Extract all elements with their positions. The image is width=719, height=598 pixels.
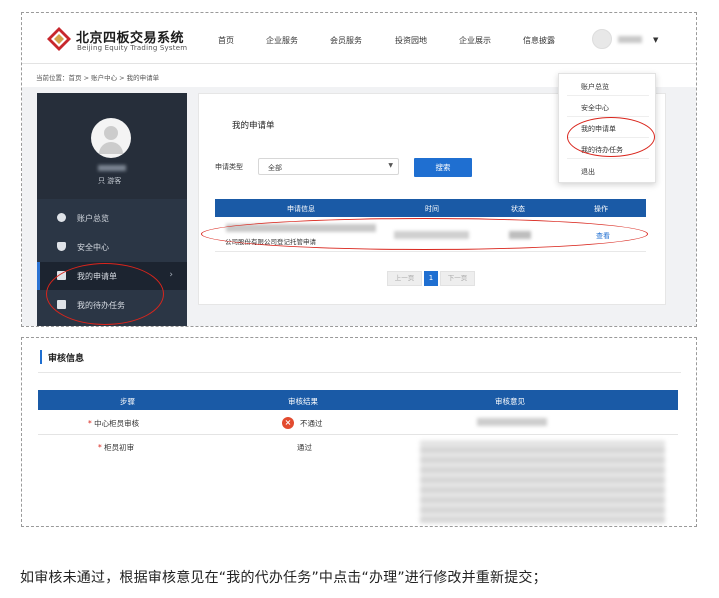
annotation-ellipse (567, 117, 655, 157)
menu-divider (567, 95, 649, 96)
column-header: 时间 (425, 205, 439, 213)
column-header: 操作 (594, 205, 608, 213)
audit-opinion-redacted (420, 441, 665, 523)
column-header: 审核结果 (288, 397, 318, 406)
page-title: 我的申请单 (232, 121, 275, 131)
chevron-down-icon: ▼ (388, 162, 393, 169)
menu-item-logout[interactable]: 退出 (581, 167, 595, 177)
nav-enterprise-service[interactable]: 企业服务 (266, 35, 298, 46)
nav-disclosure[interactable]: 信息披露 (523, 35, 555, 46)
nav-member-service[interactable]: 会员服务 (330, 35, 362, 46)
gear-icon (57, 213, 66, 222)
annotation-ellipse (201, 218, 648, 250)
instruction-caption: 如审核未通过，根据审核意见在“我的代办任务”中点击“办理”进行修改并重新提交； (20, 570, 547, 586)
section-divider (38, 372, 681, 373)
audit-table-header: 步骤 审核结果 审核意见 (38, 390, 678, 410)
audit-screenshot: 审核信息 步骤 审核结果 审核意见 * 中心柜员审核 × 不通过 * 柜员初审 … (21, 337, 697, 527)
column-header: 申请信息 (287, 205, 315, 213)
column-header: 步骤 (120, 397, 135, 406)
filter-label: 申请类型 (215, 163, 243, 171)
row-divider (38, 434, 678, 435)
chevron-down-icon[interactable]: ▼ (653, 36, 658, 44)
nav-enterprise-showcase[interactable]: 企业展示 (459, 35, 491, 46)
pager-next-button[interactable]: 下一页 (440, 271, 475, 286)
table-header: 申请信息 时间 状态 操作 (215, 199, 646, 217)
search-button[interactable]: 搜索 (414, 158, 472, 177)
menu-item-account-overview[interactable]: 账户总览 (581, 82, 609, 92)
audit-step: * 柜员初审 (98, 443, 135, 452)
annotation-ellipse (46, 263, 164, 325)
audit-step: * 中心柜员审核 (88, 419, 140, 428)
column-header: 状态 (511, 205, 525, 213)
row-divider (215, 251, 646, 252)
pager-current-page[interactable]: 1 (424, 271, 438, 286)
audit-result: 不通过 (300, 419, 323, 428)
section-title: 审核信息 (48, 354, 85, 364)
audit-result: 通过 (297, 443, 312, 452)
menu-divider (567, 158, 649, 159)
header-divider (22, 63, 696, 64)
shield-icon (57, 242, 66, 251)
sidebar-item-label: 安全中心 (77, 243, 109, 252)
user-avatar[interactable] (592, 29, 612, 49)
menu-item-security[interactable]: 安全中心 (581, 103, 609, 113)
nav-home[interactable]: 首页 (218, 35, 234, 46)
type-select[interactable]: 全部 ▼ (258, 158, 399, 175)
breadcrumb: 当前位置：首页 > 账户中心 > 我的申请单 (36, 74, 160, 82)
section-accent-bar (40, 350, 42, 364)
user-name-redacted (618, 36, 642, 43)
chevron-right-icon: › (169, 270, 173, 280)
sidebar-item-account-overview[interactable]: 账户总览 (37, 204, 187, 232)
nav-investment[interactable]: 投资园地 (395, 35, 427, 46)
profile-avatar (91, 118, 131, 158)
x-circle-icon: × (282, 417, 294, 429)
profile-name-redacted (98, 165, 126, 171)
brand-name-en: Beijing Equity Trading System (77, 44, 188, 52)
visitor-label: 只 游客 (98, 177, 122, 185)
logo-icon (47, 27, 71, 51)
portal-screenshot: 北京四板交易系统 Beijing Equity Trading System 首… (21, 12, 697, 327)
sidebar-item-label: 账户总览 (77, 214, 109, 223)
column-header: 审核意见 (495, 397, 525, 406)
audit-opinion-redacted (477, 418, 547, 426)
pager-prev-button[interactable]: 上一页 (387, 271, 422, 286)
select-value: 全部 (268, 164, 282, 172)
sidebar-item-security[interactable]: 安全中心 (37, 233, 187, 261)
